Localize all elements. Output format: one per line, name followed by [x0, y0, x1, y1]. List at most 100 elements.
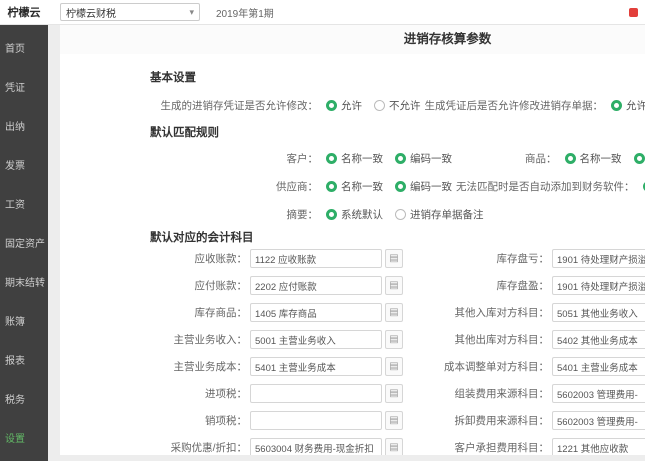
sidebar: 首页 凭证 出纳 发票 工资 固定资产 期末结转 账簿 报表 税务 设置	[0, 24, 48, 461]
radio-option-doc-remark[interactable]: 进销存单据备注	[395, 207, 484, 222]
sidebar-item-voucher[interactable]: 凭证	[0, 69, 48, 108]
radio-label: 允许	[341, 98, 362, 113]
radio-icon	[326, 181, 337, 192]
subject-value-input[interactable]	[250, 276, 382, 295]
field-label: 其他入库对方科目：	[403, 305, 549, 320]
radio-option-disallow[interactable]: 不允许	[374, 98, 421, 113]
field-label: 库存盘盈：	[403, 278, 549, 293]
sidebar-item-salary[interactable]: 工资	[0, 186, 48, 225]
radio-icon	[611, 100, 622, 111]
subject-picker-button[interactable]: ▤	[385, 411, 403, 430]
subject-row: 主营业务收入： ▤ 其他出库对方科目：	[150, 326, 645, 353]
subject-value-input[interactable]	[250, 411, 382, 430]
field-label: 成本调整单对方科目：	[403, 359, 549, 374]
subject-value-input[interactable]	[250, 249, 382, 268]
subject-picker-icon: ▤	[389, 388, 398, 399]
sidebar-item-tax[interactable]: 税务	[0, 381, 48, 420]
field-label: 拆卸费用来源科目：	[403, 413, 549, 428]
sidebar-item-cashier[interactable]: 出纳	[0, 108, 48, 147]
radio-option-code-match[interactable]: 编码一致	[395, 179, 452, 194]
subject-picker-button[interactable]: ▤	[385, 384, 403, 403]
page-title: 进销存核算参数	[60, 24, 645, 54]
basic-settings-right-group: 生成凭证后是否允许修改进销存单据： 允许	[425, 98, 645, 113]
radio-icon	[395, 209, 406, 220]
field-label: 库存商品：	[150, 305, 247, 320]
radio-icon	[565, 153, 576, 164]
radio-icon	[326, 209, 337, 220]
radio-option-allow[interactable]: 允许	[611, 98, 645, 113]
subject-row: 库存商品： ▤ 其他入库对方科目：	[150, 299, 645, 326]
subject-value-input[interactable]	[552, 330, 645, 349]
radio-label: 不允许	[389, 98, 421, 113]
sidebar-item-period-end[interactable]: 期末结转	[0, 264, 48, 303]
sidebar-item-fixed-assets[interactable]: 固定资产	[0, 225, 48, 264]
field-label: 生成的进销存凭证是否允许修改：	[150, 98, 318, 113]
radio-label: 编码一致	[410, 151, 452, 166]
subject-picker-button[interactable]: ▤	[385, 357, 403, 376]
radio-option-name-match[interactable]: 名称一致	[565, 151, 622, 166]
sidebar-item-reports[interactable]: 报表	[0, 342, 48, 381]
sidebar-item-home[interactable]: 首页	[0, 30, 48, 69]
subject-row: 销项税： ▤ 拆卸费用来源科目：	[150, 407, 645, 434]
radio-option-code-match[interactable]: 编码一致	[634, 151, 645, 166]
subject-value-input[interactable]	[250, 330, 382, 349]
match-row-customer: 客户： 名称一致 编码一致 商品： 名称一致 编码一致	[150, 148, 645, 168]
sidebar-item-settings[interactable]: 设置	[0, 420, 48, 459]
field-label: 客户承担费用科目：	[403, 440, 549, 455]
match-row-auto-add: 无法匹配时是否自动添加到财务软件： 自动添加	[456, 179, 645, 194]
radio-option-allow[interactable]: 允许	[326, 98, 362, 113]
subject-value-input[interactable]	[250, 438, 382, 455]
subject-value-input[interactable]	[250, 384, 382, 403]
subject-value-input[interactable]	[552, 438, 645, 455]
subject-value-input[interactable]	[250, 303, 382, 322]
sidebar-item-books[interactable]: 账簿	[0, 303, 48, 342]
radio-option-system-default[interactable]: 系统默认	[326, 207, 383, 222]
subject-picker-button[interactable]: ▤	[385, 438, 403, 455]
subject-picker-button[interactable]: ▤	[385, 249, 403, 268]
radio-option-code-match[interactable]: 编码一致	[395, 151, 452, 166]
field-label: 应付账款：	[150, 278, 247, 293]
subject-picker-button[interactable]: ▤	[385, 276, 403, 295]
radio-label: 名称一致	[341, 179, 383, 194]
notice-icon[interactable]	[629, 8, 638, 17]
subject-value-input[interactable]	[552, 411, 645, 430]
field-label: 生成凭证后是否允许修改进销存单据：	[425, 98, 604, 113]
radio-icon	[634, 153, 645, 164]
subject-picker-icon: ▤	[389, 442, 398, 453]
radio-label: 编码一致	[410, 179, 452, 194]
radio-option-name-match[interactable]: 名称一致	[326, 179, 383, 194]
radio-label: 进销存单据备注	[410, 207, 484, 222]
field-label: 商品：	[525, 151, 557, 166]
settings-form: 基本设置 生成的进销存凭证是否允许修改： 允许 不允许 生成凭证后是否允许修改进…	[150, 54, 645, 455]
field-label: 组装费用来源科目：	[403, 386, 549, 401]
subject-value-input[interactable]	[552, 303, 645, 322]
subject-row: 进项税： ▤ 组装费用来源科目：	[150, 380, 645, 407]
subject-picker-icon: ▤	[389, 334, 398, 345]
subject-picker-icon: ▤	[389, 280, 398, 291]
subject-value-input[interactable]	[552, 276, 645, 295]
subject-row: 应付账款： ▤ 库存盘盈：	[150, 272, 645, 299]
radio-icon	[326, 100, 337, 111]
account-set-select[interactable]: 柠檬云财税 ▾	[60, 3, 200, 21]
radio-option-name-match[interactable]: 名称一致	[326, 151, 383, 166]
match-row-goods: 商品： 名称一致 编码一致	[525, 151, 645, 166]
chevron-down-icon: ▾	[189, 8, 194, 17]
radio-label: 名称一致	[580, 151, 622, 166]
field-label: 客户：	[150, 151, 318, 166]
period-label: 2019年第1期	[216, 5, 274, 20]
subject-value-input[interactable]	[552, 384, 645, 403]
field-label: 进项税：	[150, 386, 247, 401]
subject-row: 应收账款： ▤ 库存盘亏：	[150, 245, 645, 272]
subject-value-input[interactable]	[552, 357, 645, 376]
radio-label: 系统默认	[341, 207, 383, 222]
subject-picker-button[interactable]: ▤	[385, 303, 403, 322]
section-title-subjects: 默认对应的会计科目	[150, 232, 645, 245]
field-label: 摘要：	[150, 207, 318, 222]
section-title-match: 默认匹配规则	[150, 127, 645, 140]
subject-value-input[interactable]	[552, 249, 645, 268]
subject-picker-icon: ▤	[389, 415, 398, 426]
subject-picker-icon: ▤	[389, 361, 398, 372]
subject-picker-button[interactable]: ▤	[385, 330, 403, 349]
sidebar-item-invoice[interactable]: 发票	[0, 147, 48, 186]
subject-value-input[interactable]	[250, 357, 382, 376]
